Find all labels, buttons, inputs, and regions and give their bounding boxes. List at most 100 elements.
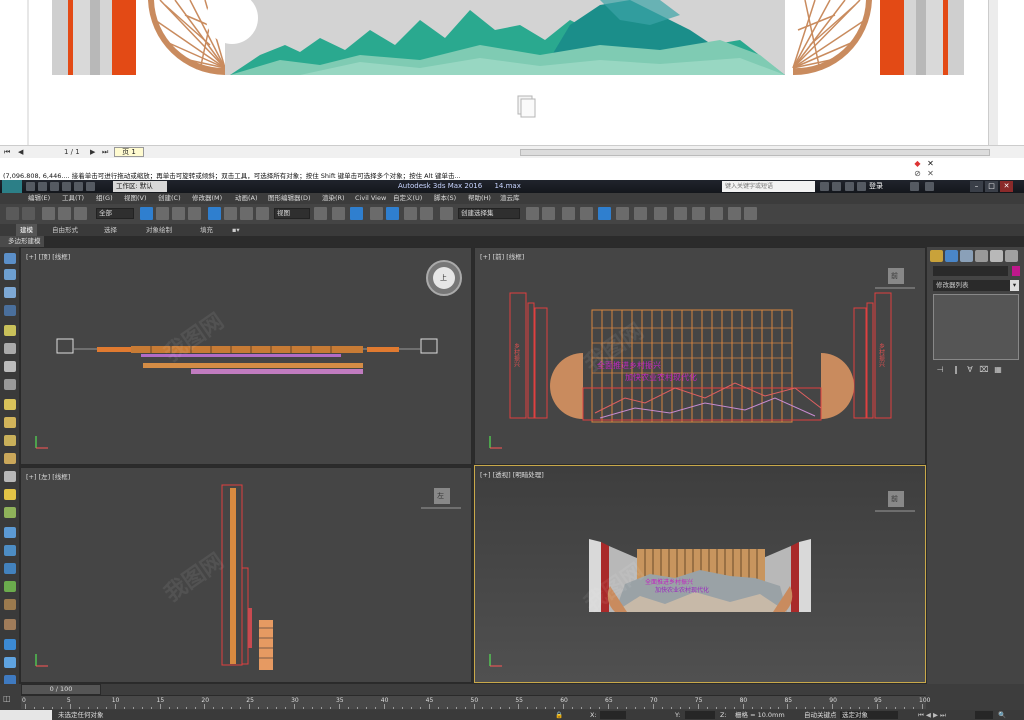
preview-vertical-scrollbar[interactable] — [988, 0, 998, 145]
hierarchy-icon[interactable] — [4, 287, 16, 298]
render-online-icon[interactable] — [744, 207, 757, 220]
tab-modeling[interactable]: 建模 — [16, 224, 37, 236]
remove-modifier-icon[interactable]: ⌧ — [979, 365, 989, 374]
tab-selection[interactable]: 选择 — [100, 224, 121, 236]
menu-civil-view[interactable]: Civil View — [355, 193, 386, 204]
object-name-field[interactable] — [933, 266, 1008, 276]
camera-icon[interactable] — [4, 343, 16, 354]
keyboard-shortcut-icon[interactable] — [350, 207, 363, 220]
search-input[interactable]: 键入关键字或短语 — [722, 181, 815, 192]
modifier-stack[interactable] — [933, 294, 1019, 360]
pin-stack-icon[interactable]: ⊣ — [935, 365, 945, 374]
auto-key-button[interactable]: 自动关键点 — [804, 710, 837, 720]
make-unique-icon[interactable]: ∀ — [965, 365, 975, 374]
select-link-icon[interactable] — [42, 207, 55, 220]
show-end-result-icon[interactable]: ‖ — [951, 365, 961, 374]
select-manipulate-icon[interactable] — [332, 207, 345, 220]
layer-explorer-icon[interactable] — [562, 207, 575, 220]
fill-icon[interactable]: ◆ — [913, 159, 922, 168]
layers-icon[interactable] — [4, 305, 16, 316]
object-color-swatch[interactable] — [1012, 266, 1020, 276]
maximize-button[interactable]: □ — [985, 181, 998, 192]
torus-icon[interactable] — [4, 453, 16, 464]
scale-icon[interactable] — [240, 207, 253, 220]
tab-object-paint[interactable]: 对象绘制 — [142, 224, 176, 236]
current-frame-field[interactable] — [975, 711, 993, 719]
align-icon[interactable] — [542, 207, 555, 220]
tab-freeform[interactable]: 自由形式 — [48, 224, 82, 236]
undo-icon[interactable] — [6, 207, 19, 220]
light-icon[interactable] — [4, 325, 16, 336]
outline-icon[interactable]: ⊘ — [913, 169, 922, 178]
rotate-icon[interactable] — [224, 207, 237, 220]
menu-modifiers[interactable]: 修改器(M) — [192, 193, 222, 204]
search-icon[interactable] — [820, 182, 829, 191]
viewport-front[interactable]: [+] [前] [线框] 乡村振兴 乡村振兴 全面推进乡村振兴 加快农业农村现代… — [474, 247, 926, 465]
page-tab[interactable]: 页 1 — [114, 147, 144, 157]
redo-icon[interactable] — [22, 207, 35, 220]
menu-render-library[interactable]: 渲云库 — [500, 193, 520, 204]
prev-page-icon[interactable]: ◀ — [18, 148, 23, 156]
named-selection-dropdown[interactable]: 创建选择集 — [458, 208, 520, 219]
leaf-icon[interactable] — [4, 581, 16, 592]
reflect-icon[interactable] — [4, 657, 16, 668]
sun-icon[interactable] — [4, 489, 16, 500]
pivot-center-icon[interactable] — [314, 207, 327, 220]
close-icon[interactable]: ✕ — [926, 159, 935, 168]
favorites-icon[interactable] — [857, 182, 866, 191]
create-tab-icon[interactable] — [930, 250, 943, 262]
save-file-icon[interactable] — [50, 182, 59, 191]
ribbon-options-icon[interactable]: ▪▾ — [228, 224, 244, 236]
first-page-icon[interactable]: ⏮ — [4, 148, 10, 157]
minimize-button[interactable]: – — [970, 181, 983, 192]
project-folder-icon[interactable] — [86, 182, 95, 191]
ribbon-toggle-icon[interactable] — [598, 207, 611, 220]
tab-populate[interactable]: 填充 — [196, 224, 217, 236]
schematic-view-icon[interactable] — [634, 207, 647, 220]
menu-views[interactable]: 视图(V) — [124, 193, 147, 204]
next-page-icon[interactable]: ▶ — [90, 148, 95, 156]
subscription-icon[interactable] — [832, 182, 841, 191]
modifier-list-dropdown[interactable]: 修改器列表 ▾ — [933, 280, 1019, 291]
menu-scripting[interactable]: 脚本(S) — [434, 193, 456, 204]
menu-create[interactable]: 创建(C) — [158, 193, 181, 204]
preview-horizontal-scrollbar[interactable] — [520, 149, 990, 156]
sphere-icon[interactable] — [4, 417, 16, 428]
render-iterative-icon[interactable] — [728, 207, 741, 220]
last-page-icon[interactable]: ⏭ — [102, 148, 108, 157]
cylinder-icon[interactable] — [4, 435, 16, 446]
mirror-icon[interactable] — [526, 207, 539, 220]
helper-icon[interactable] — [4, 361, 16, 372]
exchange-icon[interactable] — [910, 182, 919, 191]
render-production-icon[interactable] — [710, 207, 723, 220]
selection-filter-dropdown[interactable]: 全部 — [96, 208, 134, 219]
playback-controls[interactable]: ⏮ ◀ ▶ ⏭ — [918, 710, 946, 720]
zoom-icon[interactable]: 🔍 — [998, 710, 1006, 720]
menu-group[interactable]: 组(G) — [96, 193, 113, 204]
menu-edit[interactable]: 编辑(E) — [28, 193, 50, 204]
menu-graph-editors[interactable]: 图形编辑器(D) — [268, 193, 311, 204]
login-button[interactable]: 登录 — [869, 181, 883, 192]
placement-icon[interactable] — [256, 207, 269, 220]
move-icon[interactable] — [208, 207, 221, 220]
frame-ruler[interactable]: 0 5 10 15 20 25 30 35 40 45 50 55 60 65 70 75 80 85 90 95 10… — [21, 695, 930, 709]
viewport-top[interactable]: [+] [顶] [线框] 上 — [20, 247, 472, 465]
percent-snap-icon[interactable] — [404, 207, 417, 220]
selected-set-dropdown[interactable]: 选定对象 — [840, 711, 898, 719]
maxscript-listener[interactable] — [0, 710, 52, 720]
select-by-name-icon[interactable] — [156, 207, 169, 220]
reference-coord-dropdown[interactable]: 视图 — [274, 208, 310, 219]
help-icon[interactable] — [925, 182, 934, 191]
menu-help[interactable]: 帮助(H) — [468, 193, 491, 204]
viewport-left[interactable]: [+] [左] [线框] 左 — [20, 467, 472, 683]
polygon-modeling-label[interactable]: 多边形建模 — [0, 236, 44, 247]
scene-explorer-icon[interactable] — [4, 253, 16, 264]
viewcube-front[interactable]: 前 — [891, 271, 898, 281]
spinner-snap-icon[interactable] — [420, 207, 433, 220]
viewcube-left[interactable]: 左 — [437, 491, 444, 501]
snaps-toggle-icon[interactable] — [370, 207, 383, 220]
y-coord-field[interactable] — [685, 711, 715, 719]
menu-customize[interactable]: 自定义(U) — [393, 193, 422, 204]
render-setup-icon[interactable] — [674, 207, 687, 220]
rect-selection-icon[interactable] — [172, 207, 185, 220]
